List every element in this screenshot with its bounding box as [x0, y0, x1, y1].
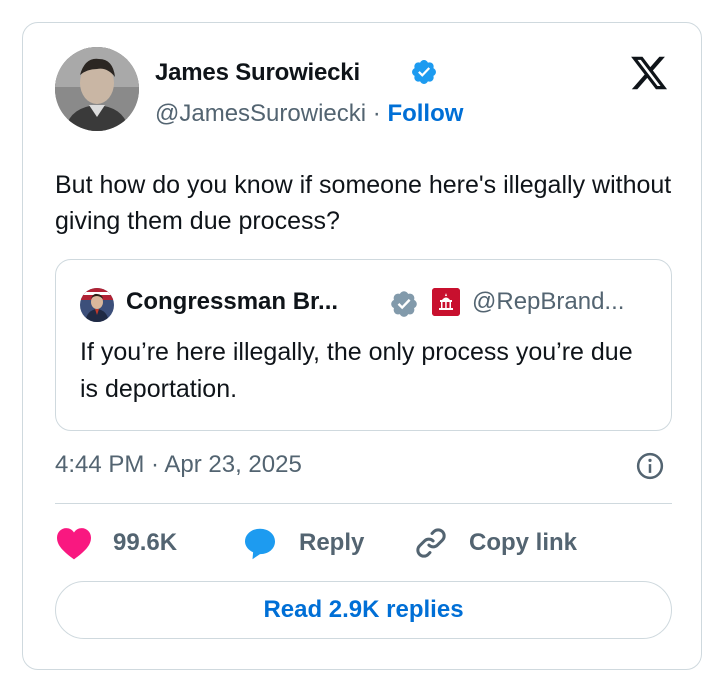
like-count: 99.6K [113, 529, 178, 556]
info-icon[interactable] [635, 451, 665, 481]
reply-bubble-icon [245, 528, 275, 560]
author-avatar[interactable] [55, 47, 139, 131]
tweet-text: But how do you know if someone here's il… [55, 171, 672, 235]
reply-button[interactable]: Reply [241, 525, 364, 561]
x-logo-icon[interactable] [627, 53, 671, 93]
quoted-author-avatar[interactable] [80, 288, 114, 322]
read-replies-button[interactable]: Read 2.9K replies [55, 581, 672, 639]
tweet-card: James Surowiecki @JamesSurowiecki · Foll… [22, 22, 702, 670]
heart-icon [57, 528, 91, 560]
divider [55, 503, 672, 504]
verified-badge-icon [412, 60, 436, 84]
copy-link-button[interactable]: Copy link [413, 525, 577, 561]
like-button[interactable]: 99.6K [55, 525, 177, 561]
quoted-author-handle[interactable]: @RepBrand... [472, 288, 624, 316]
link-icon [416, 528, 446, 558]
quoted-author-name[interactable]: Congressman Br... [126, 288, 338, 316]
separator-dot: · [372, 100, 381, 127]
author-handle-row: @JamesSurowiecki · Follow [155, 100, 463, 128]
reply-label: Reply [299, 529, 365, 556]
author-handle[interactable]: @JamesSurowiecki [155, 100, 366, 127]
capitol-affiliation-icon [432, 288, 460, 316]
quoted-tweet-text: If you’re here illegally, the only proce… [80, 338, 633, 403]
tweet-timestamp[interactable]: 4:44 PM · Apr 23, 2025 [55, 451, 302, 479]
follow-button[interactable]: Follow [387, 100, 463, 127]
quoted-tweet[interactable]: Congressman Br... @RepBrand... If you’re… [55, 259, 672, 431]
author-name[interactable]: James Surowiecki [155, 59, 360, 87]
verified-badge-gray-icon [391, 291, 417, 317]
copy-link-label: Copy link [469, 529, 578, 556]
